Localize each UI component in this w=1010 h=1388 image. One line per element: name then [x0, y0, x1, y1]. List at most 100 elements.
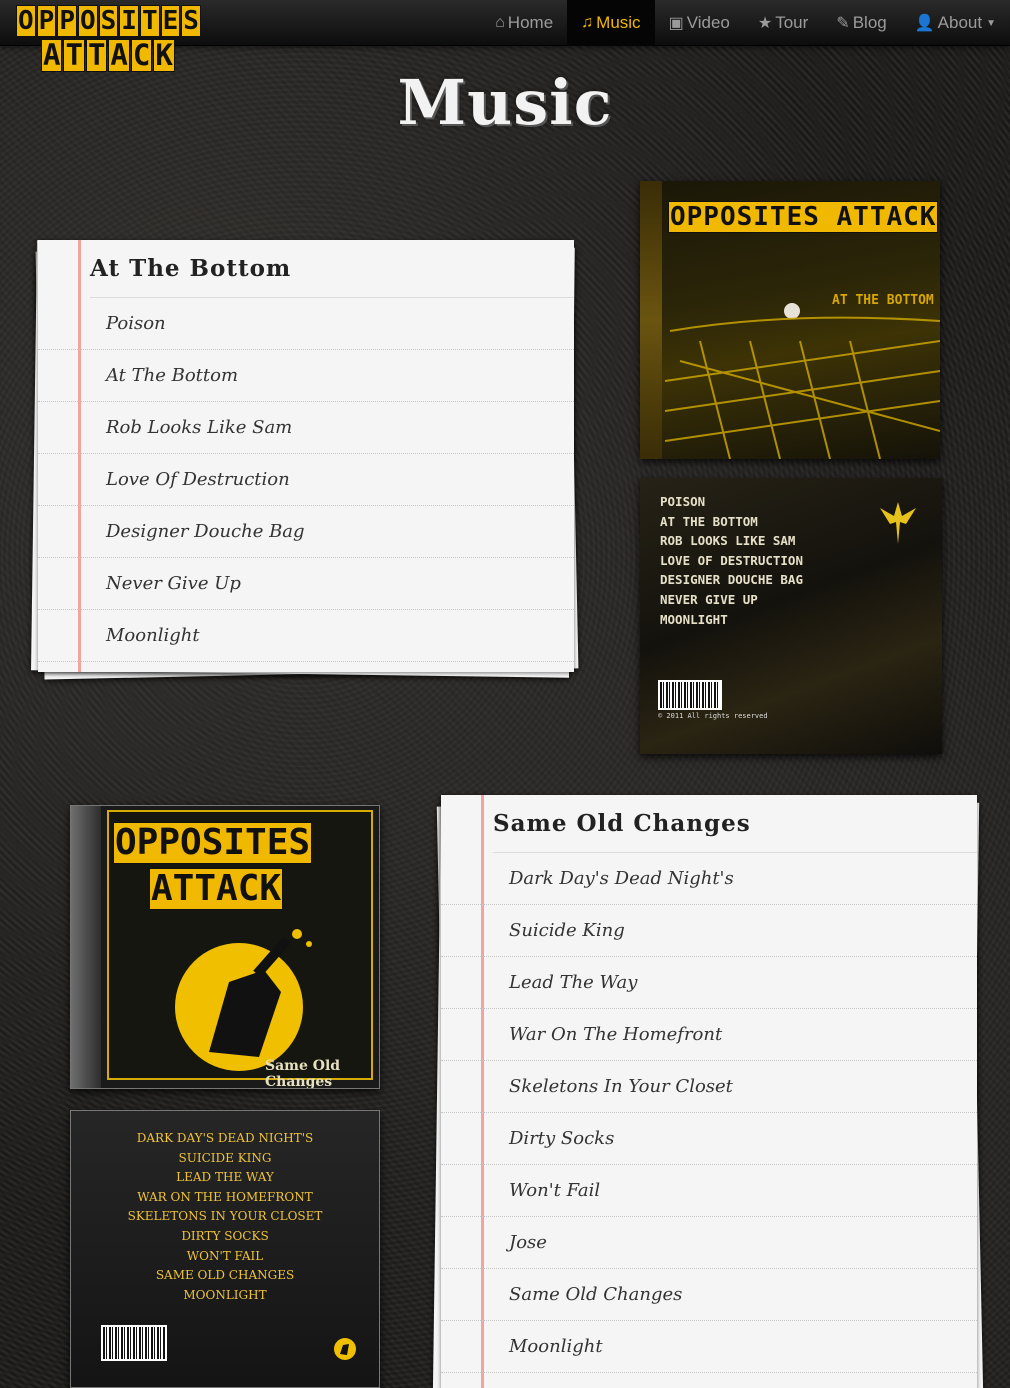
back-track-item: WON'T FAIL — [186, 1248, 264, 1263]
track-title: Love Of Destruction — [106, 469, 290, 490]
fist-logo-icon — [334, 1338, 356, 1360]
back-track-item: NEVER GIVE UP — [660, 591, 758, 607]
track-title: Never Give Up — [106, 573, 241, 594]
cover-subtitle: Same Old Changes — [265, 1058, 341, 1089]
cover-band-text: OPPOSITES — [113, 822, 313, 864]
album-cover-front[interactable]: OPPOSITES ATTACK Same Old Changes — [70, 805, 380, 1089]
back-track-item: SAME OLD CHANGES — [155, 1268, 295, 1283]
home-icon: ⌂ — [495, 14, 505, 31]
track-row[interactable]: Designer Douche Bag — [38, 506, 574, 558]
back-track-item: LOVE OF DESTRUCTION — [660, 552, 803, 568]
track-row[interactable]: Poison — [38, 298, 574, 350]
track-title: War On The Homefront — [509, 1024, 723, 1045]
back-track-item: LEAD THE WAY — [176, 1170, 274, 1185]
track-row[interactable]: Dark Day's Dead Night's — [441, 853, 977, 905]
album-cover-back[interactable]: DARK DAY'S DEAD NIGHT'S SUICIDE KING LEAD … — [70, 1110, 380, 1388]
logo-letter: T — [85, 38, 108, 72]
logo-letter: A — [41, 38, 63, 72]
logo-letter: P — [36, 5, 57, 37]
track-row[interactable]: Rob Looks Like Sam — [38, 402, 574, 454]
back-track-item: SKELETONS IN YOUR CLOSET — [127, 1209, 323, 1224]
album-title: At The Bottom — [90, 240, 574, 298]
track-row[interactable]: Won't Fail — [441, 1165, 977, 1217]
track-title: Moonlight — [509, 1336, 603, 1357]
star-icon: ★ — [757, 15, 773, 32]
paper: Same Old Changes Dark Day's Dead Night's… — [441, 795, 977, 1388]
back-track-item: AT THE BOTTOM — [660, 513, 758, 529]
nav-menu: ⌂ Home ♫ Music ▣ Video ★ Tour ✎ Blog 👤 A… — [481, 0, 1010, 46]
track-title: Skeletons In Your Closet — [509, 1076, 733, 1097]
track-title: Dark Day's Dead Night's — [509, 868, 734, 889]
logo-letter: E — [160, 5, 181, 37]
back-track-item: MOONLIGHT — [183, 1287, 267, 1302]
nav-item-home[interactable]: ⌂ Home — [481, 0, 567, 46]
back-track-item: DIRTY SOCKS — [181, 1228, 269, 1243]
logo-letter: A — [108, 38, 130, 72]
album-tracklist-panel: At The Bottom Poison At The Bottom Rob Loo… — [31, 240, 579, 680]
logo-letter: I — [119, 5, 139, 37]
pencil-icon: ✎ — [836, 15, 850, 32]
track-row[interactable]: Same Old Changes — [441, 1269, 977, 1321]
nav-label-music: Music — [596, 13, 641, 32]
nav-item-music[interactable]: ♫ Music — [567, 0, 655, 46]
back-track-list: POISON AT THE BOTTOM ROB LOOKS LIKE SAM LOV… — [660, 492, 803, 629]
track-title: Poison — [106, 313, 166, 334]
nav-item-tour[interactable]: ★ Tour — [744, 0, 822, 46]
track-row[interactable]: Moonlight — [38, 610, 574, 662]
cover-band-name: OPPOSITES ATTACK — [113, 822, 313, 910]
track-title: Jose — [509, 1232, 547, 1253]
album-cover-front[interactable]: OPPOSITES ATTACK AT THE BOTTOM — [640, 181, 940, 459]
back-track-item: SUICIDE KING — [178, 1150, 272, 1165]
track-title: Won't Fail — [509, 1180, 601, 1201]
logo-letter: C — [130, 38, 153, 72]
track-row[interactable]: Love Of Destruction — [38, 454, 574, 506]
copyright-text: © 2011 All rights reserved — [658, 712, 768, 720]
track-row[interactable]: War On The Homefront — [441, 1009, 977, 1061]
nav-item-blog[interactable]: ✎ Blog — [822, 0, 900, 46]
cd-case-hinge — [71, 806, 101, 1088]
track-list: Poison At The Bottom Rob Looks Like Sam Lov… — [38, 298, 574, 662]
track-title: Moonlight — [106, 625, 200, 646]
music-icon: ♫ — [581, 14, 594, 31]
track-title: Dirty Socks — [509, 1128, 615, 1149]
back-track-item: POISON — [660, 494, 706, 509]
cover-art-frame: OPPOSITES ATTACK Same Old Changes — [107, 810, 373, 1088]
track-row[interactable]: Jose — [441, 1217, 977, 1269]
barcode — [658, 680, 722, 710]
nav-item-video[interactable]: ▣ Video — [655, 0, 744, 46]
track-row[interactable]: At The Bottom — [38, 350, 574, 402]
track-row[interactable]: Skeletons In Your Closet — [441, 1061, 977, 1113]
track-row[interactable]: Dirty Socks — [441, 1113, 977, 1165]
barcode — [101, 1325, 167, 1361]
logo-letter: P — [57, 5, 77, 37]
nav-item-about[interactable]: 👤 About ▼ — [901, 0, 1010, 46]
track-title: Lead The Way — [509, 972, 638, 993]
track-row[interactable]: Never Give Up — [38, 558, 574, 610]
logo-letter: O — [77, 5, 98, 37]
cover-band-text: ATTACK — [149, 868, 284, 910]
track-row[interactable]: Moonlight — [441, 1321, 977, 1373]
logo-letter: T — [63, 38, 85, 72]
track-row[interactable]: Lead The Way — [441, 957, 977, 1009]
track-title: At The Bottom — [106, 365, 239, 386]
film-icon: ▣ — [668, 15, 684, 32]
album-cover-back[interactable]: POISON AT THE BOTTOM ROB LOOKS LIKE SAM LOV… — [640, 478, 942, 754]
track-list: Dark Day's Dead Night's Suicide King Lead … — [441, 853, 977, 1373]
logo-letter: K — [153, 38, 175, 72]
track-row[interactable]: Suicide King — [441, 905, 977, 957]
nav-label-home: Home — [507, 13, 554, 32]
back-track-item: MOONLIGHT — [660, 611, 728, 627]
album-tracklist-panel: Same Old Changes Dark Day's Dead Night's… — [432, 795, 984, 1388]
album-title: Same Old Changes — [493, 795, 977, 853]
back-track-item: ROB LOOKS LIKE SAM — [660, 533, 796, 549]
logo-letter: S — [181, 5, 201, 37]
logo-letter: T — [139, 5, 160, 37]
logo-letter: O — [16, 5, 36, 37]
nav-label-tour: Tour — [775, 13, 809, 32]
nav-label-blog: Blog — [852, 13, 887, 32]
caret-down-icon: ▼ — [986, 17, 996, 29]
nav-label-about: About — [937, 13, 983, 32]
cover-artwork — [664, 303, 940, 459]
site-logo[interactable]: OPPOSITES ATTACK — [16, 5, 216, 79]
wing-emblem-icon — [880, 502, 916, 544]
